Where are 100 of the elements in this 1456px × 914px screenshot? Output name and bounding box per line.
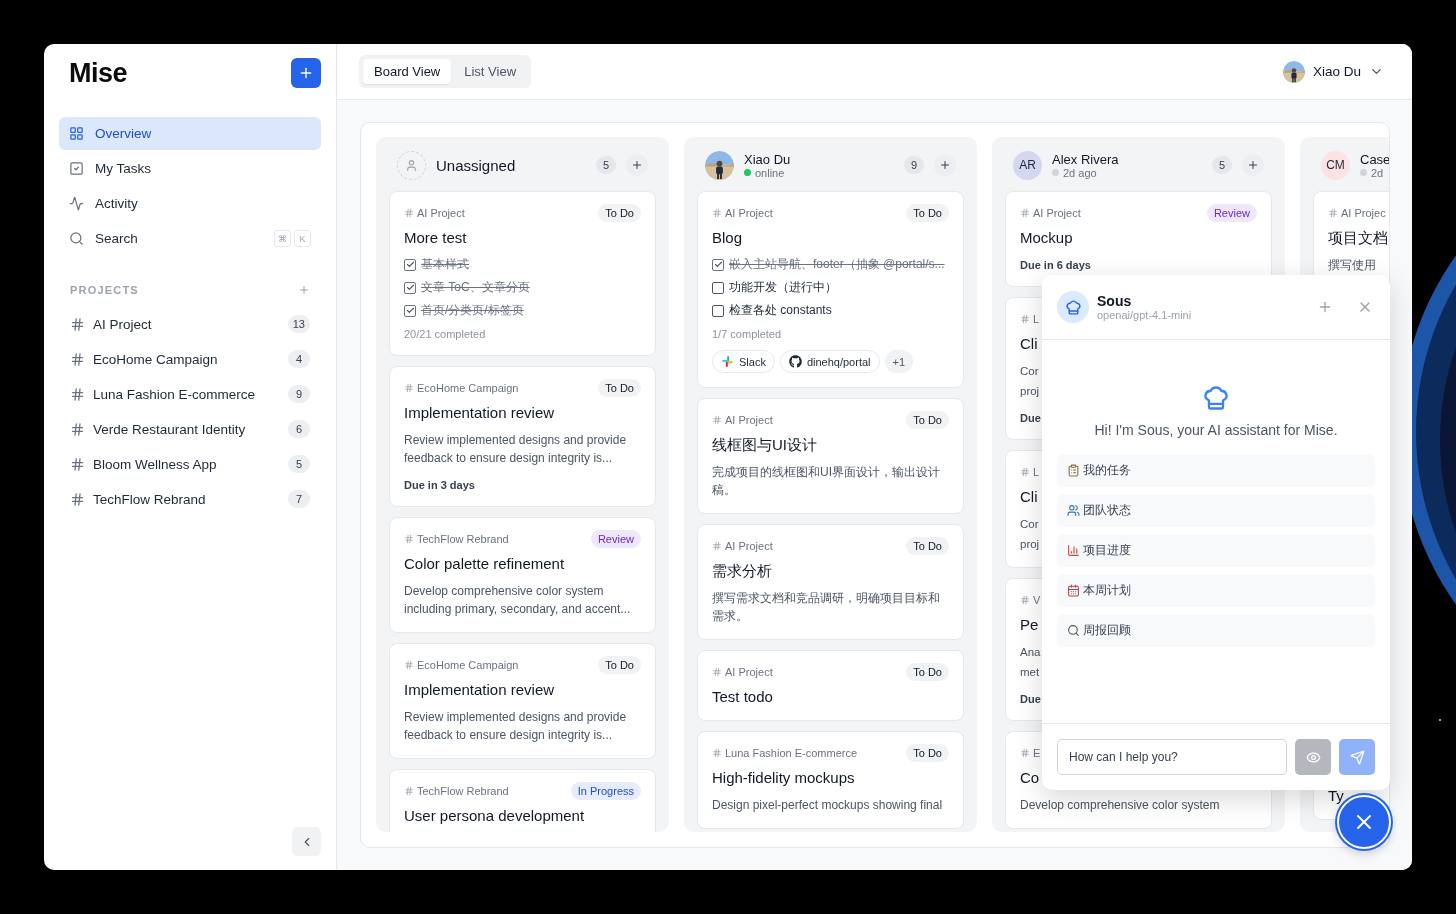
status-tag: To Do xyxy=(906,663,949,681)
grid-icon xyxy=(69,126,84,141)
plus-icon xyxy=(631,159,643,171)
checkbox[interactable] xyxy=(712,281,724,294)
checkbox[interactable] xyxy=(404,258,416,271)
project-count: 13 xyxy=(287,315,310,333)
project-item[interactable]: Verde Restaurant Identity 6 xyxy=(59,412,321,446)
checklist-item: 基本样式 xyxy=(421,256,469,273)
hash-icon xyxy=(712,748,722,758)
task-card[interactable]: TechFlow Rebrand In Progress User persona development xyxy=(389,769,656,832)
plus-icon xyxy=(1317,299,1333,315)
suggestion-button[interactable]: 我的任务 xyxy=(1057,454,1375,487)
project-item[interactable]: Bloom Wellness App 5 xyxy=(59,447,321,481)
hash-icon xyxy=(70,491,85,507)
logo: Mise xyxy=(69,57,128,89)
task-card[interactable]: AI Project To Do Blog 嵌入主站导航、footer（抽象 @portal/s... 功能开发（进行中） 检查各处 constants 1/7 completed Slack dinehq/portal +1 xyxy=(697,191,964,388)
plus-icon[interactable] xyxy=(298,284,310,296)
hash-icon xyxy=(1020,748,1030,758)
card-title: 需求分析 xyxy=(712,562,772,580)
project-item[interactable]: TechFlow Rebrand 7 xyxy=(59,482,321,516)
task-card[interactable]: TechFlow Rebrand Review Color palette refinement Develop comprehensive color system including primary, secondary, and accent... xyxy=(389,517,656,633)
task-card[interactable]: EcoHome Campaign To Do Implementation review Review implemented designs and provide feedback to ensure design integrity is... Due in 3 days xyxy=(389,366,656,507)
nav-item[interactable]: Overview xyxy=(59,117,321,150)
card-project: EcoHome Campaign xyxy=(404,658,519,672)
status-tag: In Progress xyxy=(570,782,641,800)
project-item[interactable]: Luna Fashion E-commerce 9 xyxy=(59,377,321,411)
task-card[interactable]: AI Project To Do Test todo xyxy=(697,650,964,721)
checkbox[interactable] xyxy=(404,281,416,294)
model-name: openai/gpt-4.1-mini xyxy=(1097,309,1193,321)
task-card[interactable]: EcoHome Campaign To Do Implementation review Review implemented designs and provide feedback to ensure design integrity is... xyxy=(389,643,656,759)
column-name: Xiao Du xyxy=(744,151,792,167)
project-count: 6 xyxy=(288,420,310,438)
suggestion-button[interactable]: 团队状态 xyxy=(1057,494,1375,527)
hash-icon xyxy=(1020,314,1030,324)
status-tag: Review xyxy=(590,530,641,548)
nav-item[interactable]: Search ⌘ K xyxy=(59,222,321,255)
task-card[interactable]: AI Project To Do More test 基本样式 文章 ToC、文章分页 首页/分类页/标签页 20/21 completed xyxy=(389,191,656,356)
hash-icon xyxy=(70,316,85,332)
hash-icon xyxy=(712,208,722,218)
suggestion-button[interactable]: 周报回顾 xyxy=(1057,614,1375,647)
card-description: proj xyxy=(1020,537,1040,552)
project-name: Luna Fashion E-commerce xyxy=(93,386,256,402)
more-chip[interactable]: +1 xyxy=(884,350,914,373)
checkbox[interactable] xyxy=(712,258,724,271)
project-count: 9 xyxy=(288,385,310,403)
activity-icon xyxy=(69,196,84,211)
project-item[interactable]: EcoHome Campaign 4 xyxy=(59,342,321,376)
add-button[interactable] xyxy=(291,58,321,88)
checkbox[interactable] xyxy=(712,304,724,317)
hash-icon xyxy=(70,351,85,367)
greeting: Hi! I'm Sous, your AI assistant for Mise. xyxy=(1094,422,1338,438)
status-tag: To Do xyxy=(906,537,949,555)
card-title: Test todo xyxy=(712,688,773,706)
nav-item[interactable]: My Tasks xyxy=(59,152,321,185)
checkbox[interactable] xyxy=(404,304,416,317)
completion-count: 20/21 completed xyxy=(404,328,486,341)
task-card[interactable]: Luna Fashion E-commerce To Do High-fidelity mockups Design pixel-perfect mockups showing final xyxy=(697,731,964,829)
card-title: 线框图与UI设计 xyxy=(712,436,817,454)
project-name: EcoHome Campaign xyxy=(93,351,218,367)
task-card[interactable]: AI Project To Do 需求分析 撰写需求文档和竞品调研，明确项目目标和需求。 xyxy=(697,524,964,640)
column-name: Case xyxy=(1360,151,1389,167)
add-task-button[interactable] xyxy=(934,154,956,176)
presence-status: 2d ago xyxy=(1052,166,1202,179)
add-task-button[interactable] xyxy=(626,154,648,176)
card-project: AI Project xyxy=(712,413,773,427)
add-task-button[interactable] xyxy=(1242,154,1264,176)
card-title: Cli xyxy=(1020,335,1038,353)
view-tab[interactable]: Board View xyxy=(363,59,452,84)
card-title: Implementation review xyxy=(404,681,555,699)
card-project: EcoHome Campaign xyxy=(404,381,519,395)
task-card[interactable]: AI Project To Do 线框图与UI设计 完成项目的线框图和UI界面设计，输出设计稿。 xyxy=(697,398,964,514)
hash-icon xyxy=(1328,208,1338,218)
card-project: AI Projec xyxy=(1328,206,1386,220)
nav-item[interactable]: Activity xyxy=(59,187,321,220)
checkbox-icon xyxy=(69,161,84,176)
user-menu[interactable]: Xiao Du xyxy=(1282,60,1384,83)
project-item[interactable]: AI Project 13 xyxy=(59,307,321,341)
send-button[interactable] xyxy=(1339,739,1375,775)
card-project: Luna Fashion E-commerce xyxy=(712,746,858,760)
preview-button[interactable] xyxy=(1295,739,1331,775)
shortcut-key: ⌘ xyxy=(274,230,291,248)
view-tab[interactable]: List View xyxy=(453,59,528,84)
card-description: Cor xyxy=(1020,517,1039,532)
suggestion-button[interactable]: 本周计划 xyxy=(1057,574,1375,607)
card-description: 撰写使用 xyxy=(1328,257,1377,274)
project-name: Verde Restaurant Identity xyxy=(93,421,246,437)
presence-status: 2d xyxy=(1360,166,1389,179)
suggestion-button[interactable]: 项目进度 xyxy=(1057,534,1375,567)
avatar: AR xyxy=(1013,150,1042,180)
status-tag: Review xyxy=(1206,204,1257,222)
hash-icon xyxy=(404,208,414,218)
card-project: TechFlow Rebrand xyxy=(404,532,509,546)
column-count: 5 xyxy=(596,156,616,174)
due-date: Due xyxy=(1020,693,1041,706)
card-title: Implementation review xyxy=(404,404,555,422)
github-icon xyxy=(788,355,802,368)
card-title: Mockup xyxy=(1020,229,1073,247)
message-input[interactable]: How can I help you? xyxy=(1057,739,1287,775)
hash-icon xyxy=(70,421,85,437)
collapse-button[interactable] xyxy=(292,827,321,856)
